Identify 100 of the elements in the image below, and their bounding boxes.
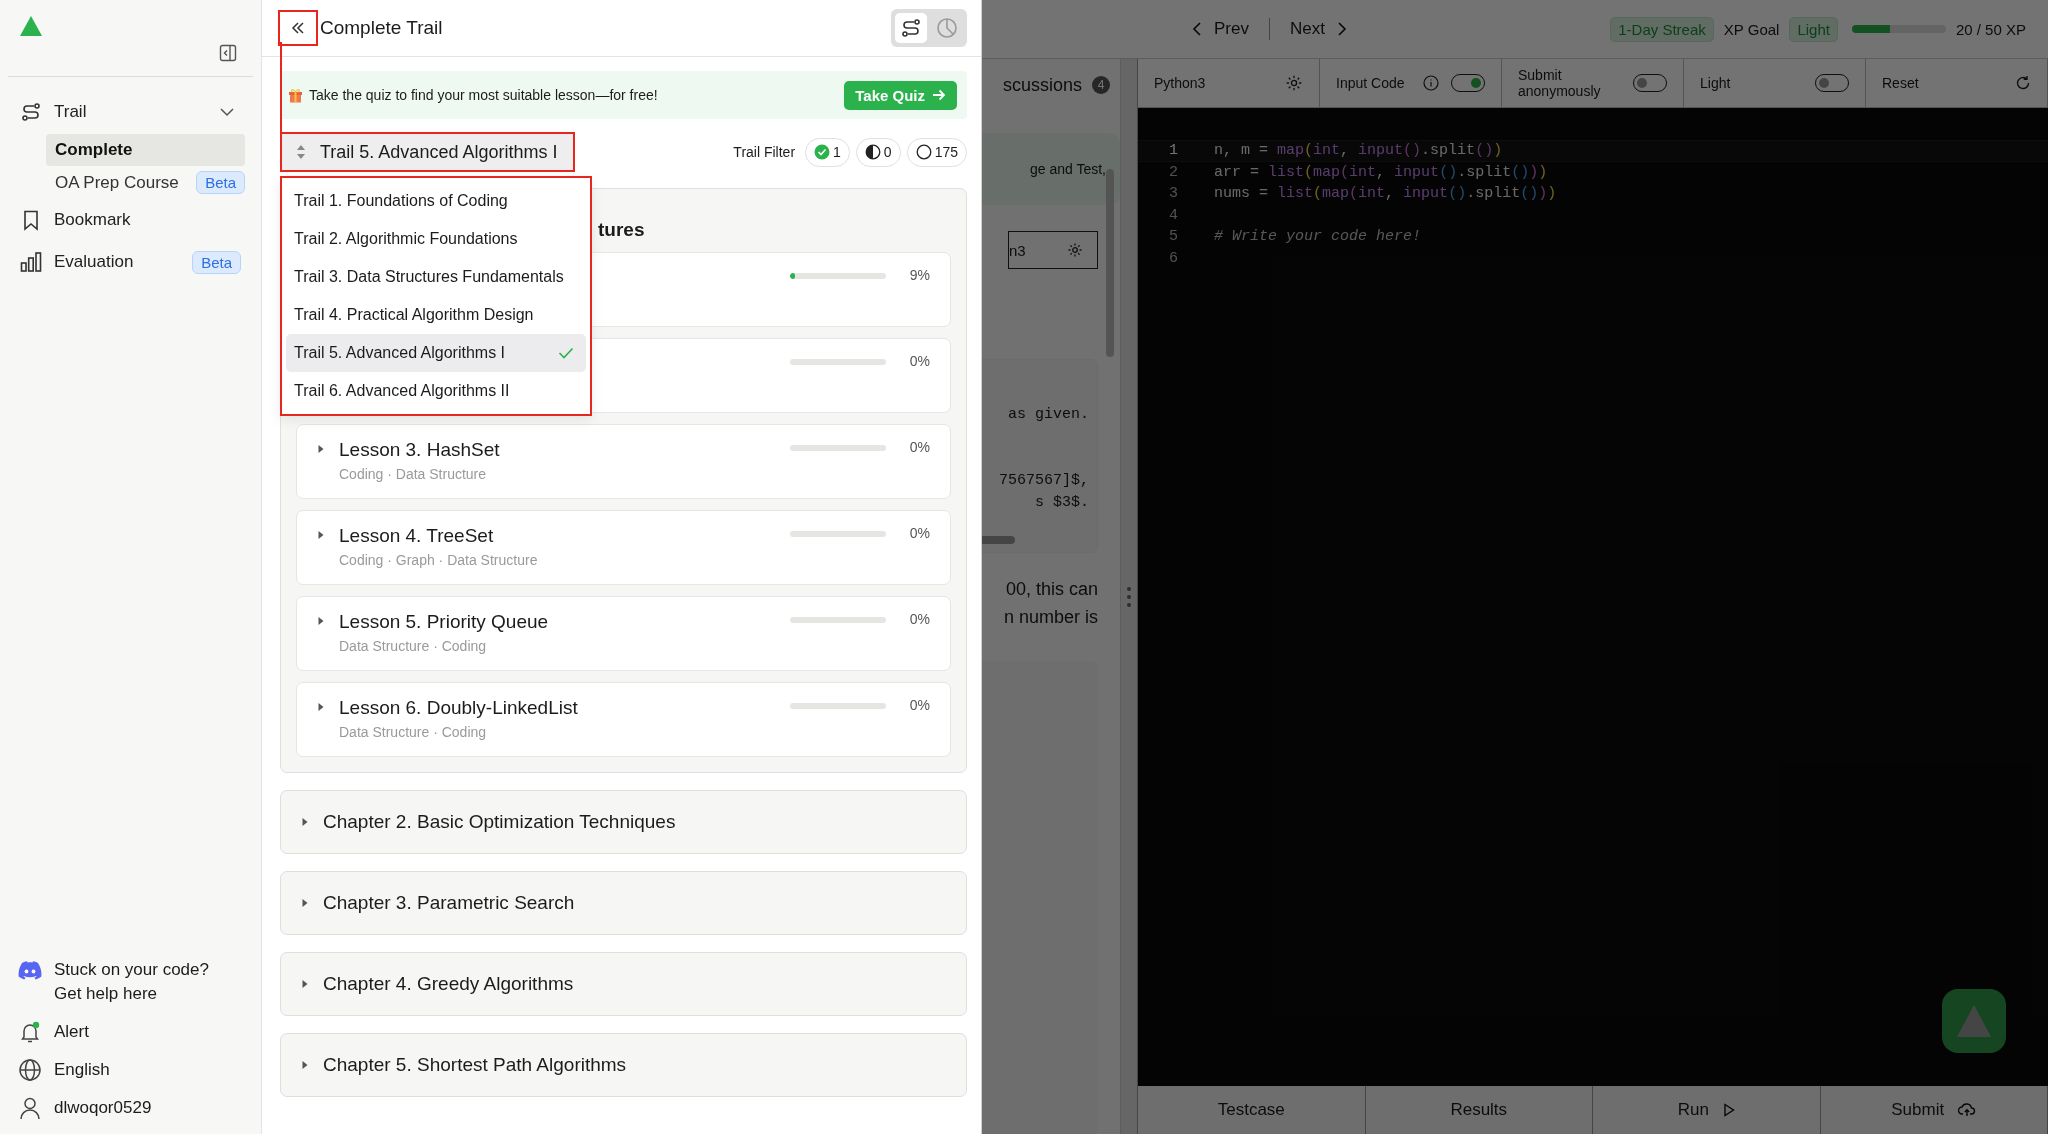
user-icon [18, 1096, 42, 1120]
chevron-right-icon [1336, 22, 1347, 36]
xp-goal-badge: Light [1789, 16, 1838, 42]
split-handle[interactable] [1120, 59, 1138, 1134]
chevron-left-icon [1192, 22, 1202, 36]
user-menu[interactable]: dlwoqor0529 [16, 1096, 245, 1120]
line-number: 2 [1168, 163, 1178, 181]
reset-button[interactable]: Reset [1866, 59, 2048, 107]
code-line: # Write your code here! [1214, 228, 1422, 246]
submit-button[interactable]: Submit [1820, 1086, 2048, 1134]
chapter-title[interactable]: tures [598, 219, 645, 241]
check-circle-icon [814, 144, 831, 160]
chapter-title: Chapter 2. Basic Optimization Techniques [323, 811, 676, 833]
language-select[interactable]: n3 [1008, 231, 1098, 269]
logo-icon[interactable] [20, 16, 42, 36]
caret-icon [317, 702, 325, 712]
caret-icon [317, 530, 325, 540]
gift-icon [288, 87, 303, 103]
route-icon [900, 17, 922, 39]
code-text: 7567567]$, [999, 471, 1089, 491]
info-text: ge and Test, [1029, 161, 1106, 177]
menu-item[interactable]: Trail 5. Advanced Algorithms I [286, 334, 586, 372]
reset-icon [2015, 75, 2031, 91]
lesson-card[interactable]: Lesson 4. TreeSet Coding · Graph · Data Structure 0% [296, 510, 951, 585]
language-select[interactable]: Python3 [1138, 59, 1320, 107]
alert-item[interactable]: Alert [16, 1020, 245, 1044]
lesson-tags: Coding · Graph · Data Structure [339, 552, 538, 568]
nav-item[interactable]: Trail [16, 91, 245, 133]
triangle-icon [1957, 1005, 1991, 1037]
gear-icon [1285, 74, 1303, 92]
progress-percent: 0% [908, 525, 930, 541]
line-number: 3 [1168, 185, 1178, 203]
progress-percent: 0% [908, 611, 930, 627]
back-button[interactable] [278, 10, 318, 46]
line-number: 4 [1168, 206, 1178, 224]
language-item[interactable]: English [16, 1058, 245, 1082]
chapter-title: Chapter 5. Shortest Path Algorithms [323, 1054, 627, 1076]
scrollbar[interactable] [1106, 169, 1114, 357]
line-number: 1 [1168, 142, 1178, 160]
caret-icon [301, 1060, 309, 1070]
caret-icon [301, 979, 309, 989]
run-button[interactable]: Run [1593, 1086, 1821, 1134]
nav-item[interactable]: Bookmark [16, 199, 245, 241]
code-editor[interactable]: 1 n, m = map(int, input().split()) 2 arr = list(map(int, input().split())) 3 nums = list(map(int, input().split())) 4 5 # Write your code here! 6 [1138, 108, 2048, 1086]
nav-subitem[interactable]: Complete [46, 133, 245, 166]
sidebar-collapse-icon[interactable] [219, 44, 237, 62]
trail-selector[interactable]: Trail 5. Advanced Algorithms I [280, 132, 576, 172]
route-view-button[interactable] [895, 13, 927, 43]
lesson-tags: Data Structure · Coding [339, 638, 549, 654]
next-button[interactable]: Next [1289, 19, 1347, 39]
problem-text: n number is [1003, 606, 1098, 629]
caret-icon [317, 444, 325, 454]
lesson-title: Lesson 5. Priority Queue [339, 611, 549, 633]
pie-chart-icon [936, 17, 958, 39]
quiz-text: Take the quiz to find your most suitable lesson—for free! [309, 87, 659, 103]
progress-percent: 0% [908, 353, 930, 369]
chapter-title: Chapter 4. Greedy Algorithms [323, 973, 574, 995]
half-circle-icon [864, 144, 881, 160]
setting-label: Input Code [1336, 75, 1405, 91]
chapter-title: Chapter 3. Parametric Search [323, 892, 575, 914]
lesson-card[interactable]: Lesson 5. Priority Queue Data Structure · Coding 0% [296, 596, 951, 671]
lesson-title: Lesson 3. HashSet [339, 439, 500, 461]
menu-item[interactable]: Trail 1. Foundations of Coding [286, 182, 586, 220]
chapter-card[interactable]: Chapter 3. Parametric Search [280, 871, 967, 935]
trail-filter-label: Trail Filter [733, 144, 796, 160]
progress-percent: 9% [908, 267, 930, 283]
lesson-card[interactable]: Lesson 6. Doubly-LinkedList Data Structure · Coding 0% [296, 682, 951, 757]
discord-icon [18, 961, 42, 980]
chapter-card[interactable]: Chapter 5. Shortest Path Algorithms [280, 1033, 967, 1097]
code-text: s $3$. [1035, 493, 1089, 513]
line-number: 5 [1168, 228, 1178, 246]
beta-badge: Beta [192, 250, 241, 274]
code-text: as given. [1008, 405, 1089, 425]
beta-badge: Beta [196, 171, 245, 194]
xp-goal-label: XP Goal [1723, 20, 1780, 38]
help-link[interactable]: Stuck on your code? Get help here [54, 958, 209, 1006]
streak-badge: 1-Day Streak [1610, 16, 1714, 42]
discussions-tab[interactable]: scussions [1002, 74, 1082, 96]
nav-subitem[interactable]: OA Prep Course [46, 166, 189, 199]
caret-icon [301, 817, 309, 827]
chapter-card[interactable]: Chapter 2. Basic Optimization Techniques [280, 790, 967, 854]
globe-icon [18, 1058, 42, 1082]
results-button[interactable]: Results [1365, 1086, 1593, 1134]
prev-button[interactable]: Prev [1192, 19, 1249, 39]
play-icon [1722, 1103, 1735, 1117]
lesson-title: Lesson 4. TreeSet [339, 525, 495, 547]
xp-reading: 20 / 50 XP [1955, 20, 2026, 38]
lesson-card[interactable]: Lesson 3. HashSet Coding · Data Structure 0% [296, 424, 951, 499]
nav-item[interactable]: Evaluation Beta [16, 241, 245, 283]
arrow-right-icon [932, 88, 946, 102]
sort-icon [296, 144, 306, 160]
gear-icon [1067, 242, 1083, 258]
caret-icon [301, 898, 309, 908]
lesson-tags: Coding · Data Structure [339, 466, 500, 482]
setting-label: Light [1700, 75, 1731, 91]
testcase-button[interactable]: Testcase [1138, 1086, 1366, 1134]
progress-percent: 0% [908, 439, 930, 455]
count-badge: 4 [1092, 76, 1110, 94]
cloud-upload-icon [1958, 1103, 1977, 1117]
chapter-card[interactable]: Chapter 4. Greedy Algorithms [280, 952, 967, 1016]
